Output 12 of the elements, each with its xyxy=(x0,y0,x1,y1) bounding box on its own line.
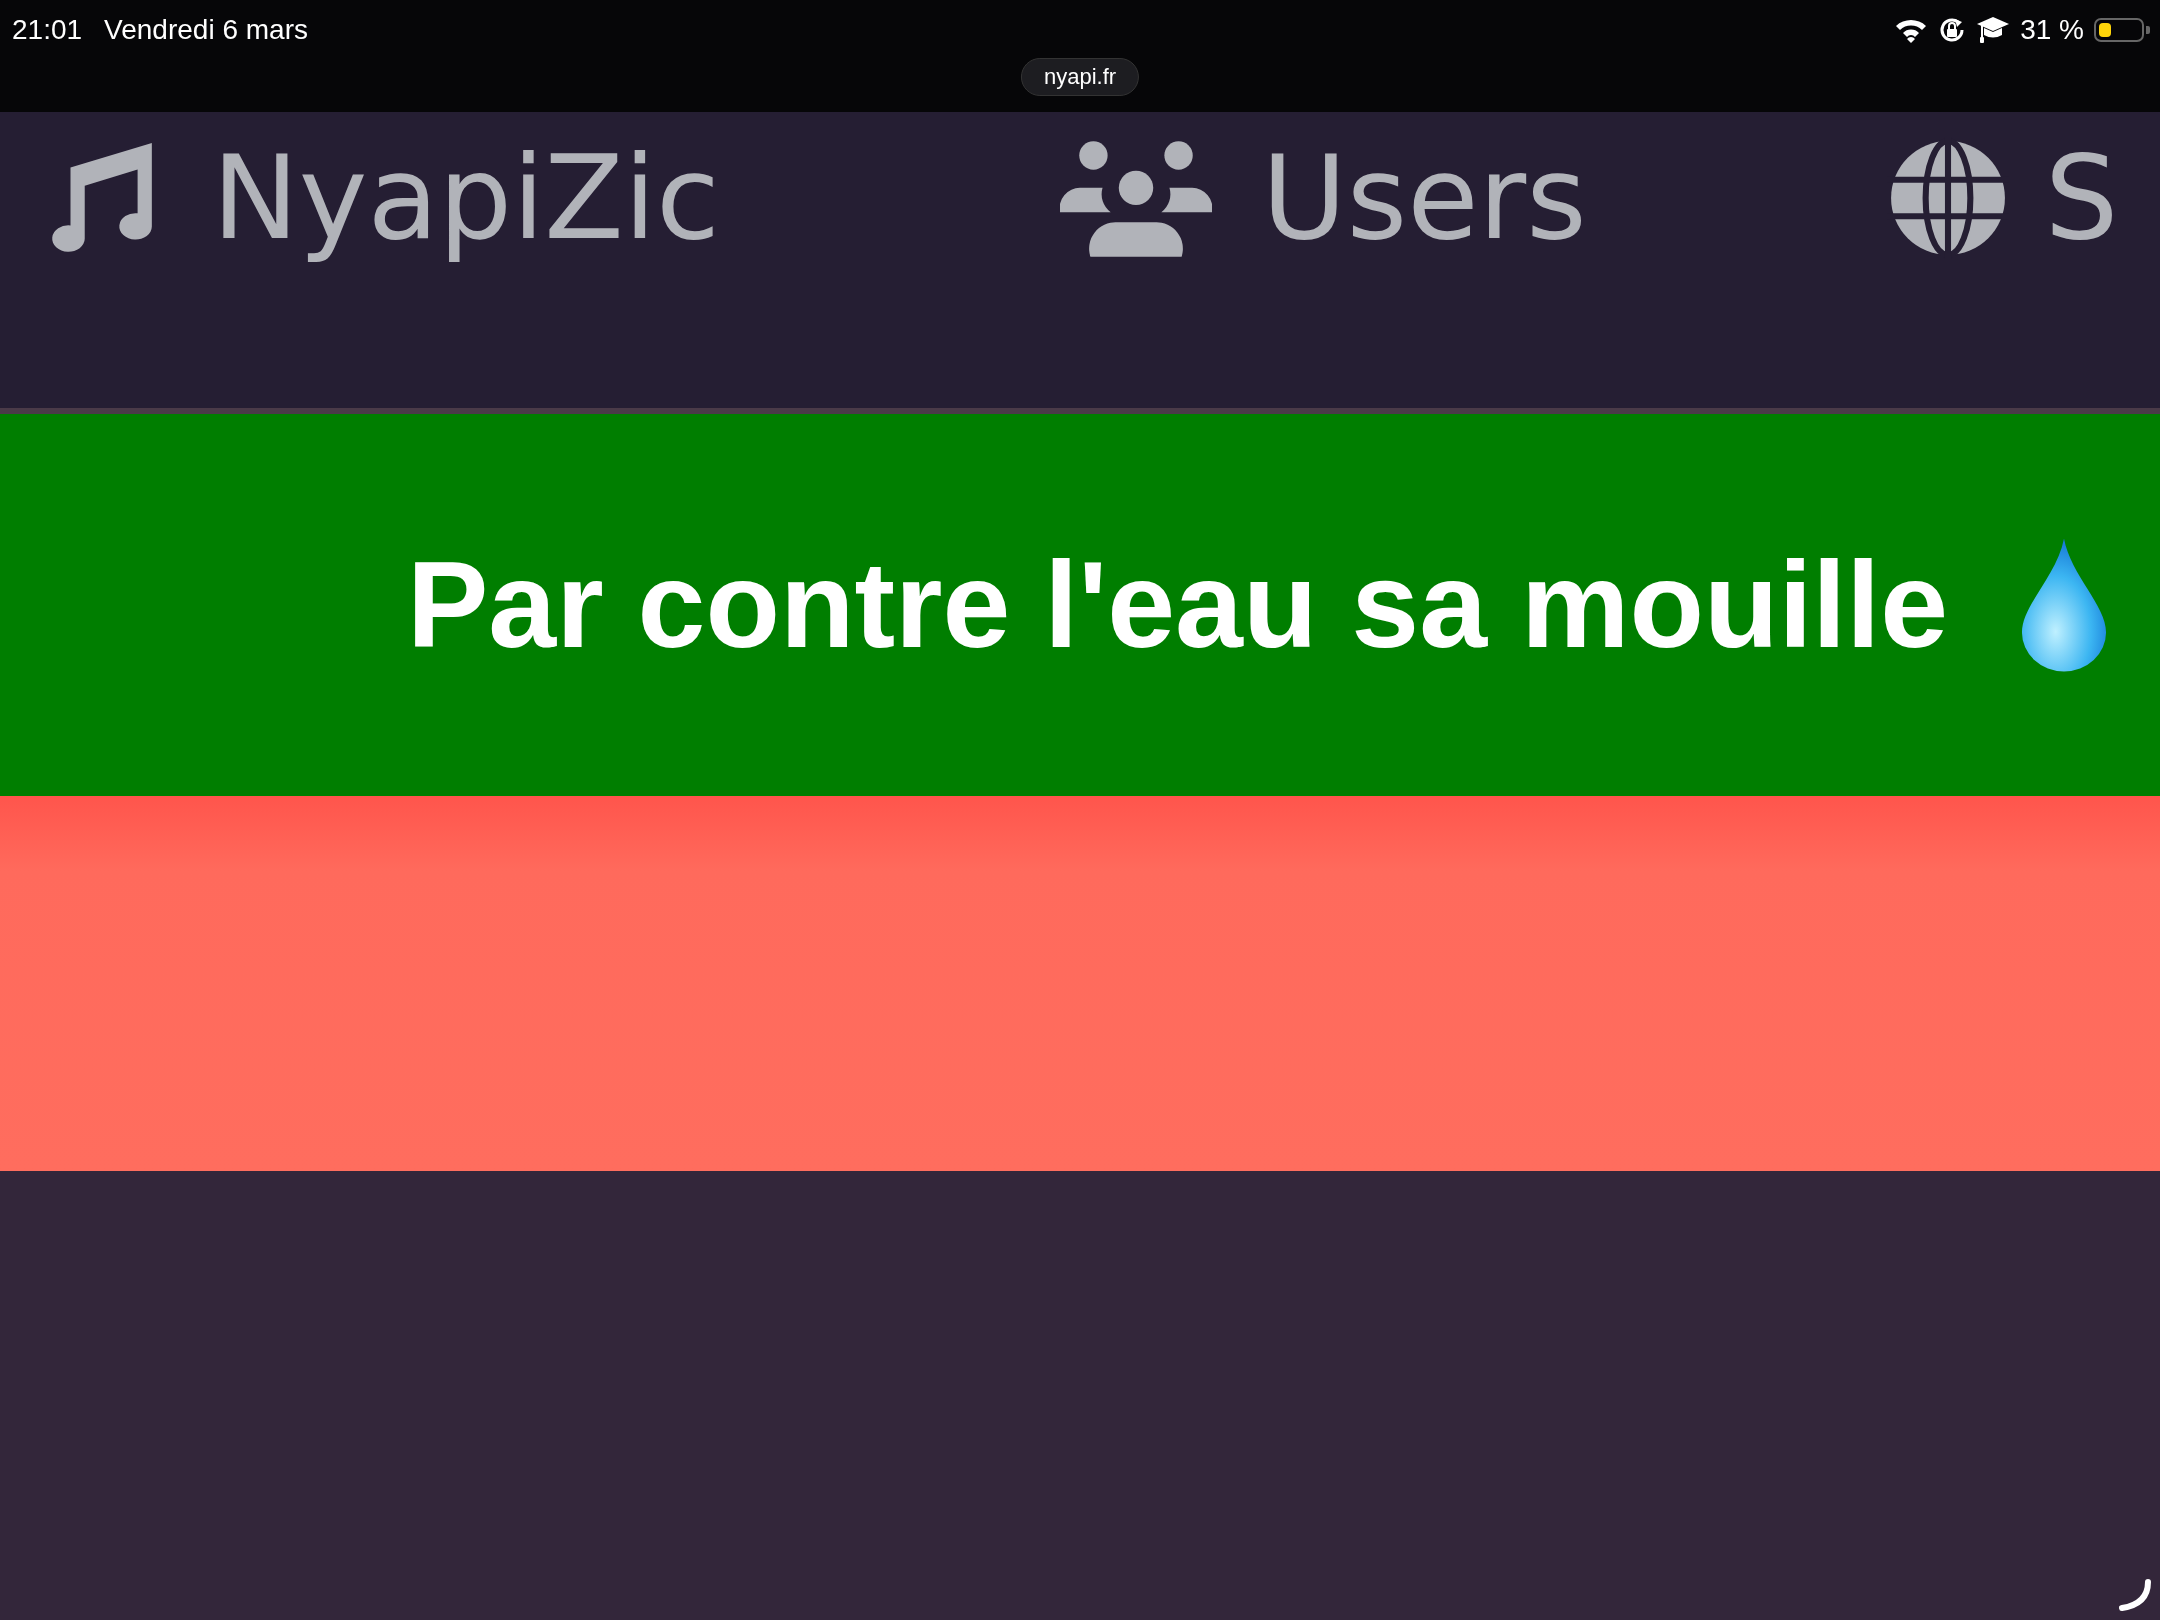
status-time: 21:01 xyxy=(12,14,83,46)
status-date: Vendredi 6 mars xyxy=(104,14,308,46)
resize-handle-icon xyxy=(2118,1578,2152,1612)
graduation-cap-icon xyxy=(1976,15,2011,45)
banner-text: Par contre l'eau sa mouille xyxy=(406,536,1948,675)
battery-percent: 31 % xyxy=(2020,14,2084,46)
url-pill[interactable]: nyapi.fr xyxy=(1020,58,1140,96)
battery-icon xyxy=(2094,18,2150,42)
nav-link[interactable]: S xyxy=(1886,118,2119,278)
wifi-icon xyxy=(1894,17,1929,43)
nav-link[interactable]: Users xyxy=(1059,118,1587,278)
nav-link[interactable]: NyapiZic xyxy=(40,118,720,278)
